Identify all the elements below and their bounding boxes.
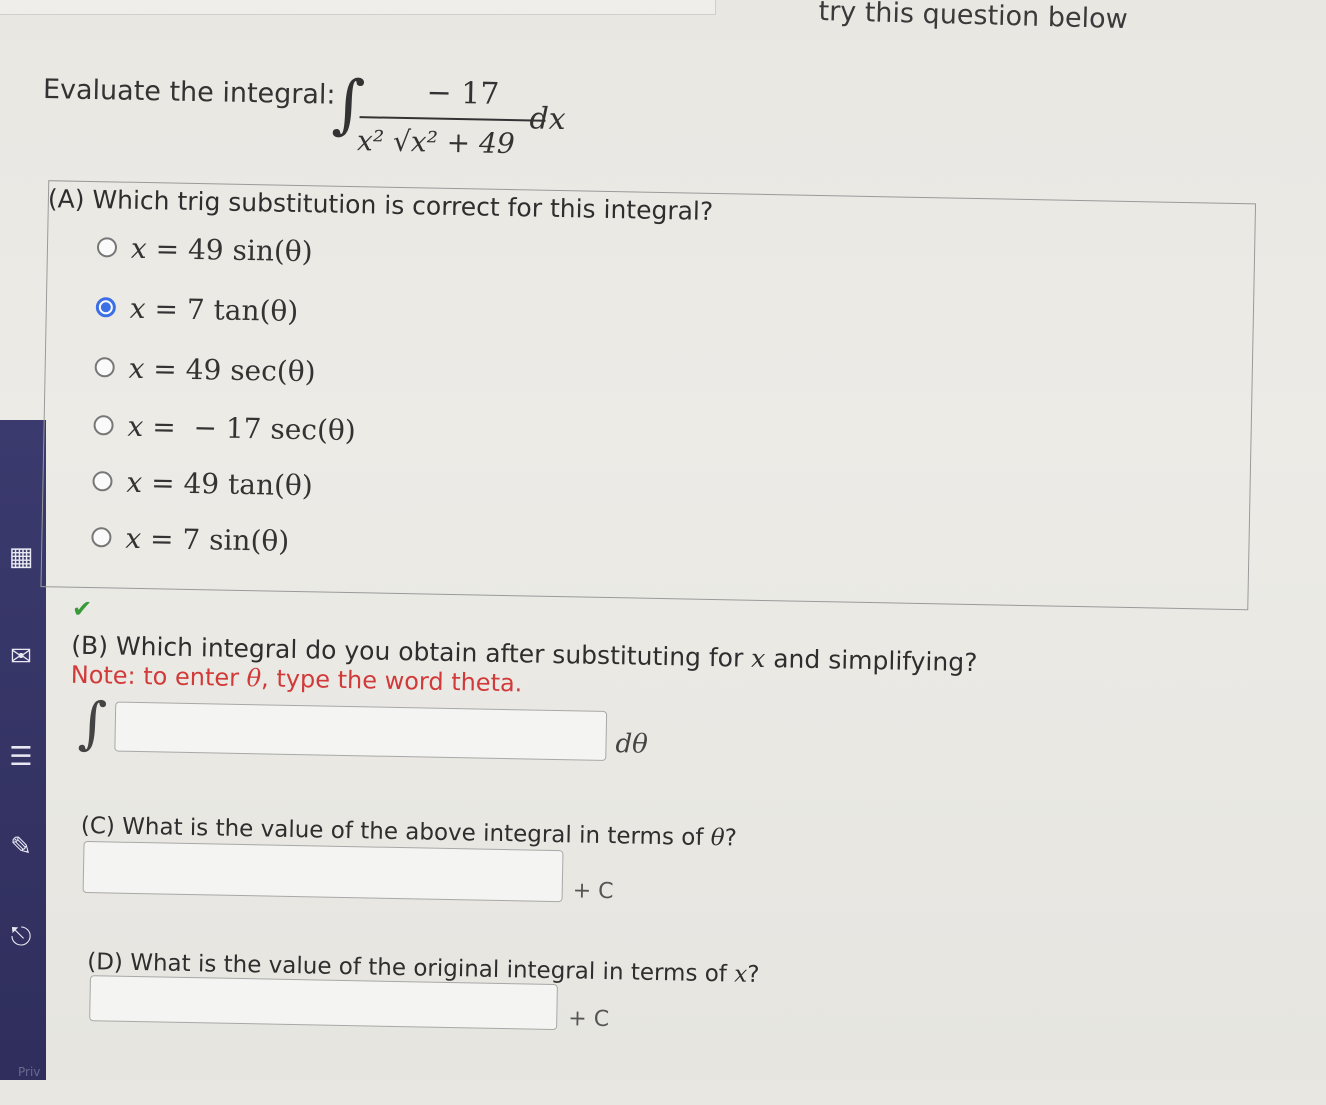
question-content: Evaluate the integral: ∫ − 17 x² √x² + 4… <box>0 0 1326 1105</box>
integral-differential: dx <box>529 101 566 138</box>
note-post: , type the word theta. <box>260 664 523 698</box>
option-4[interactable]: x = − 17 sec(θ) <box>93 405 356 450</box>
radio-button[interactable] <box>91 527 112 548</box>
option-3[interactable]: x = 49 sec(θ) <box>94 347 316 391</box>
part-d-input[interactable] <box>89 975 558 1031</box>
part-b-question-post: and simplifying? <box>773 644 978 678</box>
integral-denominator: x² √x² + 49 <box>356 124 516 161</box>
option-2[interactable]: x = 7 tan(θ) <box>95 287 299 331</box>
option-1[interactable]: x = 49 sin(θ) <box>96 227 313 271</box>
part-b-suffix: dθ <box>615 729 649 760</box>
part-c-question-post: ? <box>724 825 738 852</box>
radio-button[interactable] <box>94 357 115 378</box>
option-lhs: x <box>130 231 148 265</box>
option-rhs: − 17 sec(θ) <box>193 410 357 447</box>
part-c-suffix: + C <box>572 878 614 905</box>
option-lhs: x <box>129 291 146 325</box>
option-lhs: x <box>126 465 143 499</box>
part-d-question-var: x <box>733 961 748 988</box>
part-d-question-post: ? <box>746 961 760 988</box>
option-lhs: x <box>125 521 142 555</box>
part-c-question-var: θ <box>710 825 725 852</box>
integral-expression: ∫ − 17 x² √x² + 49 dx <box>328 64 590 179</box>
radio-button[interactable] <box>96 237 118 258</box>
option-5[interactable]: x = 49 tan(θ) <box>92 461 313 505</box>
option-rhs: 49 sin(θ) <box>187 232 313 268</box>
note-pre: Note: to enter <box>70 660 240 692</box>
part-c-input[interactable] <box>82 840 564 903</box>
radio-button[interactable] <box>92 471 113 492</box>
option-rhs: 49 tan(θ) <box>183 466 314 502</box>
part-b-input[interactable] <box>114 701 608 761</box>
integral-numerator: − 17 <box>426 75 500 112</box>
radio-button-selected[interactable] <box>95 297 117 318</box>
option-rhs: 7 sin(θ) <box>182 522 290 558</box>
fraction-bar <box>359 116 546 122</box>
option-lhs: x <box>127 409 144 443</box>
problem-prompt: Evaluate the integral: <box>42 74 336 111</box>
option-rhs: 49 sec(θ) <box>185 352 316 388</box>
part-d-suffix: + C <box>568 1006 610 1033</box>
option-rhs: 7 tan(θ) <box>186 292 299 328</box>
radio-button[interactable] <box>93 415 114 436</box>
option-lhs: x <box>128 351 145 385</box>
check-icon: ✔ <box>71 594 93 624</box>
option-6[interactable]: x = 7 sin(θ) <box>91 517 290 561</box>
part-b-question-var: x <box>750 643 766 674</box>
part-b-integral-sign: ∫ <box>77 690 108 757</box>
note-var: θ <box>246 664 262 693</box>
